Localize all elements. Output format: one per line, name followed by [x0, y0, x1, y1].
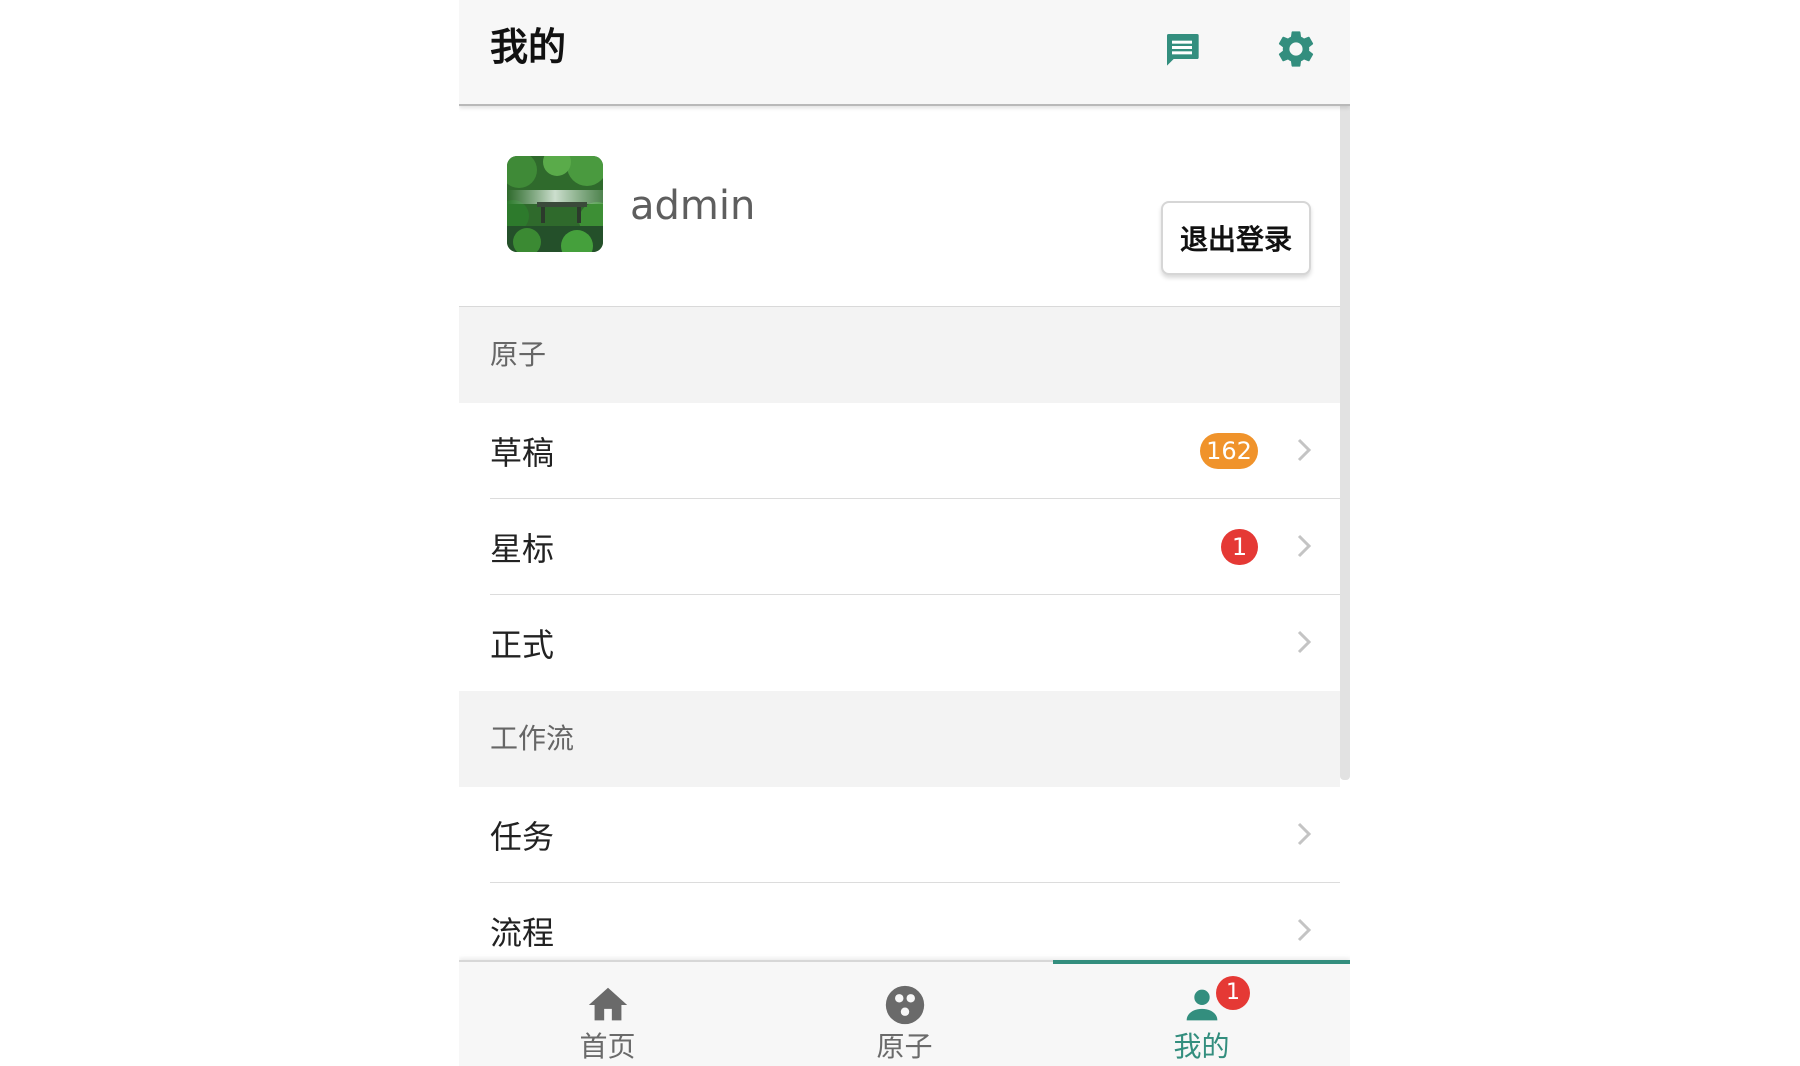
- gear-icon[interactable]: [1271, 24, 1321, 74]
- app-window: 我的 admin 退出登录 原子 草稿 162 星标 1 正式 工作流 任务 流…: [459, 0, 1350, 1066]
- navbar: 我的: [459, 0, 1350, 106]
- chevron-right-icon: [1297, 822, 1312, 846]
- active-tab-indicator: [1053, 960, 1350, 964]
- avatar[interactable]: [507, 156, 603, 252]
- list-item-tasks[interactable]: 任务: [459, 787, 1340, 883]
- page-title: 我的: [490, 25, 567, 69]
- count-badge: 1: [1221, 529, 1258, 565]
- group-header-workflow: 工作流: [459, 691, 1340, 787]
- chevron-right-icon: [1297, 534, 1312, 558]
- chevron-right-icon: [1297, 918, 1312, 942]
- tab-label: 我的: [1173, 1030, 1230, 1063]
- tab-mine[interactable]: 1 我的: [1053, 960, 1350, 1066]
- message-icon[interactable]: [1157, 24, 1207, 74]
- list-item-label: 星标: [490, 530, 555, 568]
- list-item-label: 任务: [490, 818, 555, 856]
- list-item-label: 正式: [490, 626, 555, 664]
- atom-icon: [885, 985, 924, 1025]
- tab-label: 首页: [579, 1030, 636, 1063]
- list-item-formal[interactable]: 正式: [459, 595, 1340, 691]
- username: admin: [630, 183, 756, 229]
- count-badge: 162: [1200, 433, 1258, 469]
- chevron-right-icon: [1297, 630, 1312, 654]
- list-item-drafts[interactable]: 草稿 162: [459, 403, 1340, 499]
- group-title: 原子: [490, 338, 547, 371]
- tab-bar: 首页 原子 1 我的: [459, 960, 1350, 1066]
- scrollbar[interactable]: [1340, 106, 1350, 780]
- profile-card: admin 退出登录: [459, 106, 1340, 307]
- group-title: 工作流: [490, 722, 575, 755]
- content-scroll-area[interactable]: admin 退出登录 原子 草稿 162 星标 1 正式 工作流 任务 流程: [459, 106, 1340, 960]
- home-icon: [588, 987, 627, 1021]
- logout-button[interactable]: 退出登录: [1161, 201, 1311, 275]
- group-header-atom: 原子: [459, 307, 1340, 403]
- list-item-flows[interactable]: 流程: [459, 883, 1340, 960]
- notification-badge: 1: [1216, 976, 1250, 1010]
- tab-home[interactable]: 首页: [459, 962, 756, 1066]
- list-item-starred[interactable]: 星标 1: [459, 499, 1340, 595]
- tab-label: 原子: [876, 1030, 933, 1063]
- tab-atom[interactable]: 原子: [756, 962, 1053, 1066]
- list-item-label: 流程: [490, 914, 555, 952]
- chevron-right-icon: [1297, 438, 1312, 462]
- list-item-label: 草稿: [490, 434, 555, 472]
